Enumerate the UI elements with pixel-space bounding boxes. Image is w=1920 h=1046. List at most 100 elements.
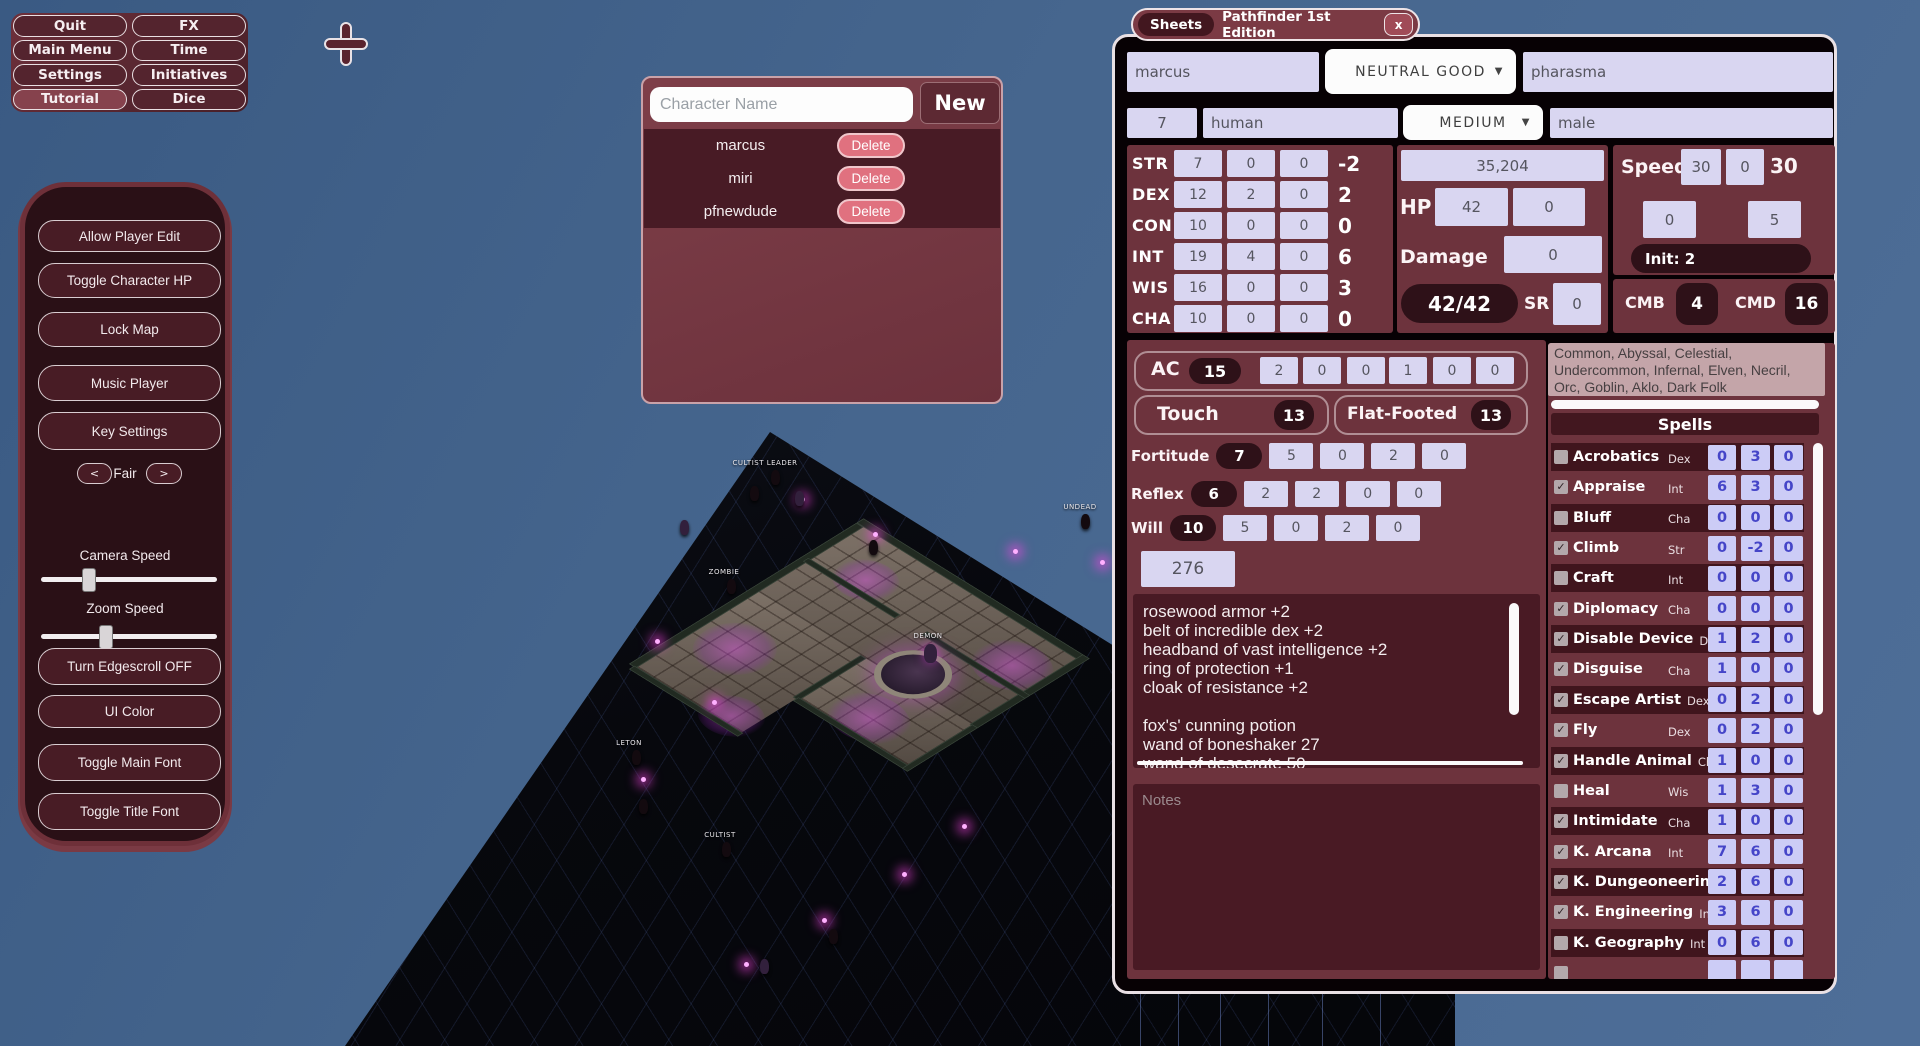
name-field[interactable]: marcus: [1127, 52, 1319, 92]
skill-value-1[interactable]: [1708, 960, 1736, 979]
save-total-pill[interactable]: 7: [1216, 443, 1262, 469]
skill-checkbox[interactable]: ✓: [1554, 541, 1568, 555]
zoom-speed-slider[interactable]: [41, 634, 217, 639]
ability-mod2-field[interactable]: 0: [1280, 212, 1328, 239]
settings-button-ui-color[interactable]: UI Color: [38, 695, 221, 728]
skill-value-1[interactable]: 6: [1708, 475, 1736, 500]
ability-mod2-field[interactable]: 0: [1280, 305, 1328, 332]
skill-value-3[interactable]: 0: [1774, 566, 1803, 591]
settings-button-toggle-character-hp[interactable]: Toggle Character HP: [38, 263, 221, 298]
ability-mod1-field[interactable]: 0: [1227, 212, 1275, 239]
menu-button-initiatives[interactable]: Initiatives: [132, 64, 246, 86]
delete-character-button[interactable]: Delete: [837, 199, 905, 224]
skill-value-1[interactable]: 0: [1708, 445, 1736, 470]
skill-value-2[interactable]: 3: [1741, 445, 1770, 470]
save-field-4[interactable]: 0: [1422, 443, 1466, 469]
ability-mod2-field[interactable]: 0: [1280, 274, 1328, 301]
skill-checkbox[interactable]: ✓: [1554, 693, 1568, 707]
zoom-speed-thumb[interactable]: [99, 625, 113, 649]
skill-value-1[interactable]: 2: [1708, 869, 1736, 894]
alignment-dropdown[interactable]: NEUTRAL GOOD ▼: [1325, 49, 1516, 94]
skill-value-3[interactable]: 0: [1774, 930, 1803, 955]
ability-base-field[interactable]: 19: [1174, 243, 1222, 270]
movement-field-2[interactable]: 5: [1748, 201, 1801, 238]
save-total-pill[interactable]: 10: [1170, 515, 1216, 541]
hp-temp-field[interactable]: 0: [1513, 188, 1585, 226]
hp-display-pill[interactable]: 42/42: [1401, 284, 1518, 323]
skill-value-1[interactable]: 0: [1708, 596, 1736, 621]
map-token[interactable]: [869, 540, 878, 555]
settings-button-toggle-title-font[interactable]: Toggle Title Font: [38, 793, 221, 830]
ability-mod1-field[interactable]: 0: [1227, 305, 1275, 332]
skill-value-2[interactable]: 3: [1741, 778, 1770, 803]
save-field-2[interactable]: 0: [1274, 515, 1318, 541]
skill-value-2[interactable]: 0: [1741, 748, 1770, 773]
languages-scrollbar[interactable]: [1551, 400, 1819, 409]
size-dropdown[interactable]: MEDIUM ▼: [1403, 105, 1543, 140]
skill-checkbox[interactable]: [1554, 966, 1568, 979]
skill-value-1[interactable]: 0: [1708, 687, 1736, 712]
skill-checkbox[interactable]: [1554, 936, 1568, 950]
xp-field[interactable]: 35,204: [1401, 150, 1604, 181]
menu-button-quit[interactable]: Quit: [13, 15, 127, 37]
cmd-pill[interactable]: 16: [1785, 283, 1828, 325]
touch-pill[interactable]: 13: [1274, 400, 1314, 430]
ac-field-4[interactable]: 1: [1389, 357, 1427, 384]
skill-value-3[interactable]: 0: [1774, 475, 1803, 500]
languages-field[interactable]: Common, Abyssal, Celestial, Undercommon,…: [1548, 343, 1825, 396]
skill-value-3[interactable]: [1774, 960, 1803, 979]
level-field[interactable]: 7: [1127, 108, 1197, 138]
skill-value-3[interactable]: 0: [1774, 657, 1803, 682]
skill-value-3[interactable]: 0: [1774, 536, 1803, 561]
map-token[interactable]: [727, 579, 736, 594]
close-sheet-button[interactable]: x: [1384, 13, 1413, 36]
movement-field-1[interactable]: 0: [1643, 201, 1696, 238]
save-field-4[interactable]: 0: [1397, 481, 1441, 507]
skill-value-2[interactable]: 6: [1741, 900, 1770, 925]
settings-button-turn-edgescroll-off[interactable]: Turn Edgescroll OFF: [38, 648, 221, 685]
ac-field-5[interactable]: 0: [1433, 357, 1471, 384]
settings-button-lock-map[interactable]: Lock Map: [38, 312, 221, 347]
deity-field[interactable]: pharasma: [1523, 52, 1833, 92]
skill-checkbox[interactable]: ✓: [1554, 662, 1568, 676]
save-total-pill[interactable]: 6: [1191, 481, 1237, 507]
items-h-scrollbar[interactable]: [1137, 761, 1523, 765]
hp-field[interactable]: 42: [1435, 188, 1508, 226]
skill-checkbox[interactable]: ✓: [1554, 875, 1568, 889]
skill-value-2[interactable]: 0: [1741, 809, 1770, 834]
gender-field[interactable]: male: [1550, 108, 1833, 138]
skill-checkbox[interactable]: [1554, 450, 1568, 464]
map-token[interactable]: [760, 959, 769, 974]
skill-checkbox[interactable]: ✓: [1554, 754, 1568, 768]
skill-value-1[interactable]: 1: [1708, 748, 1736, 773]
skill-value-2[interactable]: 2: [1741, 627, 1770, 652]
ac-field-3[interactable]: 0: [1347, 357, 1385, 384]
camera-speed-thumb[interactable]: [82, 568, 96, 592]
map-token[interactable]: [680, 520, 689, 535]
skill-checkbox[interactable]: ✓: [1554, 845, 1568, 859]
skill-value-2[interactable]: -2: [1741, 536, 1770, 561]
skill-value-2[interactable]: 3: [1741, 475, 1770, 500]
quality-next-button[interactable]: >: [146, 463, 182, 484]
ability-base-field[interactable]: 16: [1174, 274, 1222, 301]
skill-value-3[interactable]: 0: [1774, 839, 1803, 864]
skill-value-3[interactable]: 0: [1774, 900, 1803, 925]
save-field-3[interactable]: 0: [1346, 481, 1390, 507]
skill-checkbox[interactable]: ✓: [1554, 480, 1568, 494]
skill-value-3[interactable]: 0: [1774, 687, 1803, 712]
skill-value-3[interactable]: 0: [1774, 869, 1803, 894]
ability-base-field[interactable]: 12: [1174, 181, 1222, 208]
save-field-4[interactable]: 0: [1376, 515, 1420, 541]
notes-textarea[interactable]: Notes: [1133, 784, 1540, 970]
skill-value-1[interactable]: 3: [1708, 900, 1736, 925]
new-character-button[interactable]: New: [920, 82, 1000, 124]
skill-value-2[interactable]: 0: [1741, 505, 1770, 530]
ability-mod2-field[interactable]: 0: [1280, 243, 1328, 270]
skill-value-3[interactable]: 0: [1774, 627, 1803, 652]
sr-field[interactable]: 0: [1553, 283, 1601, 325]
race-field[interactable]: human: [1203, 108, 1398, 138]
ability-mod1-field[interactable]: 4: [1227, 243, 1275, 270]
ability-mod1-field[interactable]: 0: [1227, 150, 1275, 177]
skill-value-1[interactable]: 0: [1708, 536, 1736, 561]
save-field-3[interactable]: 2: [1371, 443, 1415, 469]
